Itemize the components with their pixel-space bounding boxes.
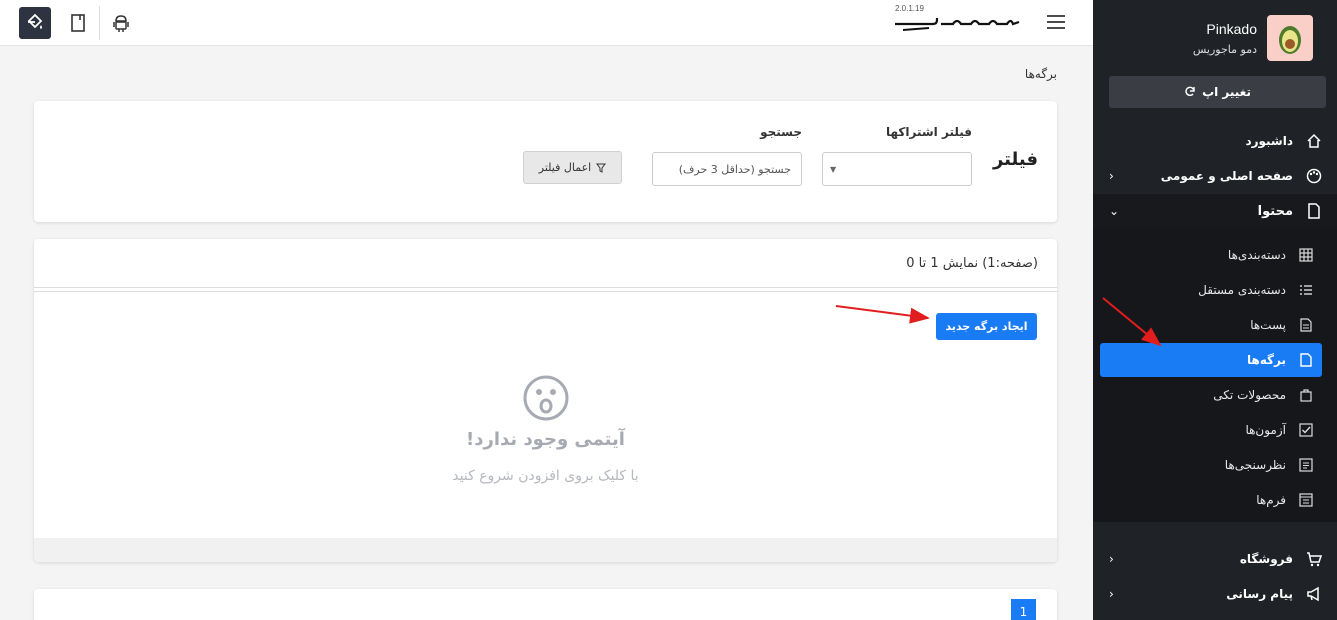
paint-bucket-button[interactable] [19,7,51,39]
sidebar-item-label: برگه‌ها [1246,353,1286,367]
sidebar-item-label: صفحه اصلی و عمومی [1160,169,1293,183]
refresh-icon [1185,86,1195,97]
card-footer [34,538,1057,562]
list-icon [1298,282,1314,298]
apply-filter-button[interactable]: اعمال فیلتر [523,151,622,184]
filter-title: فیلتر [992,149,1038,170]
topbar: 2.0.1.19 [0,0,1093,46]
empty-state-title: آیتمی وجود ندارد! [466,429,625,450]
tablet-button[interactable] [62,7,94,39]
sidebar-item-label: آزمون‌ها [1245,423,1286,437]
funnel-icon [596,163,607,173]
sidebar-item-label: نظرسنجی‌ها [1224,458,1286,472]
palette-icon [1305,167,1323,185]
sidebar-item-label: دسته‌بندی‌ها [1227,248,1286,262]
sidebar-item-label: داشبورد [1245,134,1293,148]
sidebar-item-forms[interactable]: فرم‌ها [1100,483,1322,517]
search-label: جستجو [760,125,802,139]
change-app-label: تغییر اپ [1202,85,1251,99]
apply-filter-label: اعمال فیلتر [538,161,592,174]
sidebar-item-shop[interactable]: فروشگاه ‹ [1093,542,1337,576]
subscription-filter-select[interactable]: ▼ [822,152,972,186]
pagination-card: 1 [34,589,1057,620]
sidebar-item-posts[interactable]: پست‌ها [1100,308,1322,342]
divider [34,287,1057,288]
grid-icon [1298,247,1314,263]
sidebar-item-content[interactable]: محتوا ⌄ [1093,194,1337,228]
chevron-down-icon: ⌄ [1109,204,1120,218]
megaphone-icon [1305,585,1323,603]
android-button[interactable] [105,7,137,39]
avatar [1267,15,1313,61]
sidebar-item-label: دسته‌بندی مستقل [1198,283,1286,297]
empty-state-subtitle: با کلیک بروی افزودن شروع کنید [452,468,639,484]
chevron-left-icon: ‹ [1109,552,1114,566]
sidebar-item-label: فروشگاه [1239,552,1293,566]
document-icon [1298,317,1314,333]
chevron-left-icon: ‹ [1109,169,1114,183]
sidebar-item-label: محتوا [1257,203,1293,219]
breadcrumb: برگه‌ها [1024,67,1057,81]
sidebar-item-label: پست‌ها [1250,318,1286,332]
content-submenu: دسته‌بندی‌ها دسته‌بندی مستقل پست‌ها برگه… [1093,228,1337,522]
dropdown-arrow-icon: ▼ [830,165,837,174]
paint-bucket-icon [27,13,43,29]
file-icon [1305,202,1323,220]
sidebar-item-label: پیام رسانی [1226,587,1293,601]
change-app-button[interactable]: تغییر اپ [1109,76,1326,108]
sidebar: Pinkado دمو ماجوریس تغییر اپ داشبورد صفح… [1093,0,1337,620]
filter-card: فیلتر فیلتر اشتراکها ▼ جستجو اعمال فیلتر [34,101,1057,222]
sidebar-item-pages[interactable]: برگه‌ها [1100,343,1322,377]
surprised-face-icon [523,375,569,421]
app-subtitle: دمو ماجوریس [1192,42,1257,56]
sidebar-item-home-general[interactable]: صفحه اصلی و عمومی ‹ [1093,159,1337,193]
sidebar-item-label: محصولات تکی [1213,388,1286,402]
subscription-filter-label: فیلتر اشتراکها [886,125,972,139]
majoris-logo [895,18,1020,31]
menu-icon[interactable] [1046,14,1066,30]
divider [34,291,1057,292]
form-icon [1298,492,1314,508]
list-card: (صفحه:1) نمایش 1 تا 0 ایجاد برگه جدید آی… [34,239,1057,562]
paging-info: (صفحه:1) نمایش 1 تا 0 [906,256,1038,271]
cart-icon [1305,550,1323,568]
toolbar-divider [99,6,100,40]
sidebar-item-polls[interactable]: نظرسنجی‌ها [1100,448,1322,482]
create-page-button[interactable]: ایجاد برگه جدید [936,313,1037,340]
page-number-button[interactable]: 1 [1011,599,1036,620]
app-name: Pinkado [1206,20,1257,37]
home-icon [1305,132,1323,150]
app-info: Pinkado دمو ماجوریس [1193,21,1257,56]
sidebar-item-messaging[interactable]: پیام رسانی ‹ [1093,577,1337,611]
sidebar-item-single-products[interactable]: محصولات تکی [1100,378,1322,412]
sidebar-item-independent-category[interactable]: دسته‌بندی مستقل [1100,273,1322,307]
sidebar-item-label: فرم‌ها [1256,493,1286,507]
app-profile: Pinkado دمو ماجوریس [1193,15,1313,61]
search-input[interactable] [652,152,802,186]
checkbox-icon [1298,422,1314,438]
android-icon [113,15,129,32]
chevron-left-icon: ‹ [1109,587,1114,601]
tablet-icon [71,14,85,32]
sidebar-item-quizzes[interactable]: آزمون‌ها [1100,413,1322,447]
poll-icon [1298,457,1314,473]
sidebar-item-dashboard[interactable]: داشبورد [1093,124,1337,158]
bag-icon [1298,387,1314,403]
avocado-icon [1279,26,1301,54]
sidebar-item-categories[interactable]: دسته‌بندی‌ها [1100,238,1322,272]
page-icon [1298,352,1314,368]
